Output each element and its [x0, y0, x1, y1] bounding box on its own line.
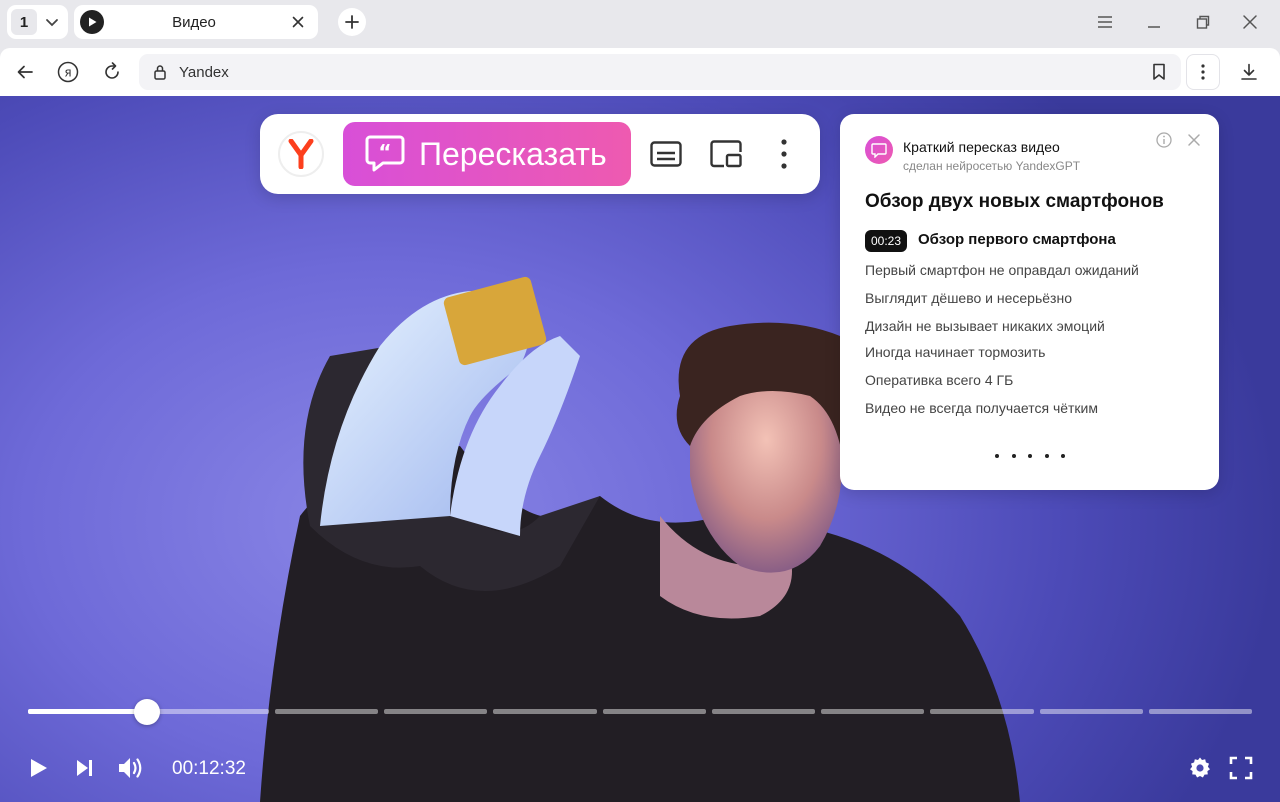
url-text: Yandex — [179, 63, 229, 81]
summary-header-subtitle: сделан нейросетью YandexGPT — [903, 159, 1081, 173]
summary-point: Иногда начинает тормозить — [865, 344, 1046, 360]
more-options-icon[interactable] — [766, 136, 802, 172]
summary-heading: Обзор двух новых смартфонов — [865, 191, 1164, 212]
summary-header-title: Краткий пересказ видео — [903, 139, 1060, 155]
browser-toolbar: я Yandex — [0, 48, 1280, 96]
current-time: 00:12:32 — [172, 758, 246, 779]
fullscreen-icon[interactable] — [1226, 753, 1256, 783]
download-icon[interactable] — [1235, 58, 1263, 86]
tab-strip: 1 Видео — [0, 0, 1280, 44]
play-icon[interactable] — [23, 753, 53, 783]
progress-segment[interactable] — [602, 709, 706, 714]
tab-counter-button[interactable]: 1 — [7, 5, 68, 39]
restore-window-icon[interactable] — [1189, 8, 1217, 36]
bookmark-icon[interactable] — [1145, 58, 1173, 86]
tab-close-icon[interactable] — [284, 8, 312, 36]
progress-segment[interactable] — [1148, 709, 1252, 714]
progress-segment[interactable] — [275, 709, 379, 714]
loading-dots-icon — [995, 451, 1065, 461]
info-icon[interactable] — [1155, 131, 1173, 149]
volume-icon[interactable] — [116, 753, 146, 783]
close-window-icon[interactable] — [1236, 8, 1264, 36]
reload-icon[interactable] — [98, 58, 126, 86]
progress-knob[interactable] — [133, 699, 160, 725]
video-summary-card: Краткий пересказ видео сделан нейросетью… — [840, 114, 1219, 490]
tab-video[interactable]: Видео — [74, 5, 318, 39]
yandex-logo-icon[interactable] — [278, 131, 324, 177]
summary-point: Дизайн не вызывает никаких эмоций — [865, 318, 1105, 334]
summary-point: Выглядит дёшево и несерьёзно — [865, 290, 1072, 306]
kebab-menu-icon[interactable] — [1186, 54, 1220, 90]
retell-label: Пересказать — [419, 135, 607, 172]
progress-segment[interactable] — [821, 709, 925, 714]
next-track-icon[interactable] — [69, 753, 99, 783]
progress-bar[interactable] — [28, 699, 1252, 725]
new-tab-plus-icon[interactable] — [338, 8, 366, 36]
svg-text:“: “ — [378, 140, 391, 164]
summary-point: Видео не всегда получается чётким — [865, 400, 1099, 416]
back-arrow-icon[interactable] — [11, 58, 39, 86]
progress-segment[interactable] — [711, 709, 816, 714]
play-favicon-icon — [80, 10, 104, 34]
settings-gear-icon[interactable] — [1185, 753, 1215, 783]
summary-point: Оперативка всего 4 ГБ — [865, 372, 1014, 388]
summary-point: Первый смартфон не оправдал ожиданий — [865, 262, 1139, 278]
tab-count: 1 — [11, 9, 37, 35]
svg-text:я: я — [64, 66, 71, 80]
picture-in-picture-icon[interactable] — [708, 136, 744, 172]
progress-segment[interactable] — [384, 709, 488, 714]
quote-bubble-icon: “ — [365, 134, 405, 174]
chapter-title[interactable]: Обзор первого смартфона — [918, 231, 1116, 248]
summary-bubble-icon — [865, 136, 893, 164]
progress-segment[interactable] — [930, 709, 1034, 714]
progress-segment[interactable] — [1039, 709, 1143, 714]
close-icon[interactable] — [1185, 131, 1203, 149]
subtitles-icon[interactable] — [648, 136, 684, 172]
chevron-down-icon — [46, 19, 58, 27]
lock-icon — [151, 63, 169, 81]
retell-toolbar: “ Пересказать — [260, 114, 820, 194]
progress-fill — [28, 709, 147, 714]
address-bar[interactable]: Yandex — [139, 54, 1181, 90]
yandex-home-icon[interactable]: я — [54, 58, 82, 86]
retell-button[interactable]: “ Пересказать — [343, 122, 631, 186]
tab-title: Видео — [172, 13, 216, 31]
minimize-icon[interactable] — [1140, 8, 1168, 36]
hamburger-menu-icon[interactable] — [1091, 8, 1119, 36]
progress-segment[interactable] — [493, 709, 597, 714]
chapter-timestamp[interactable]: 00:23 — [865, 230, 908, 252]
